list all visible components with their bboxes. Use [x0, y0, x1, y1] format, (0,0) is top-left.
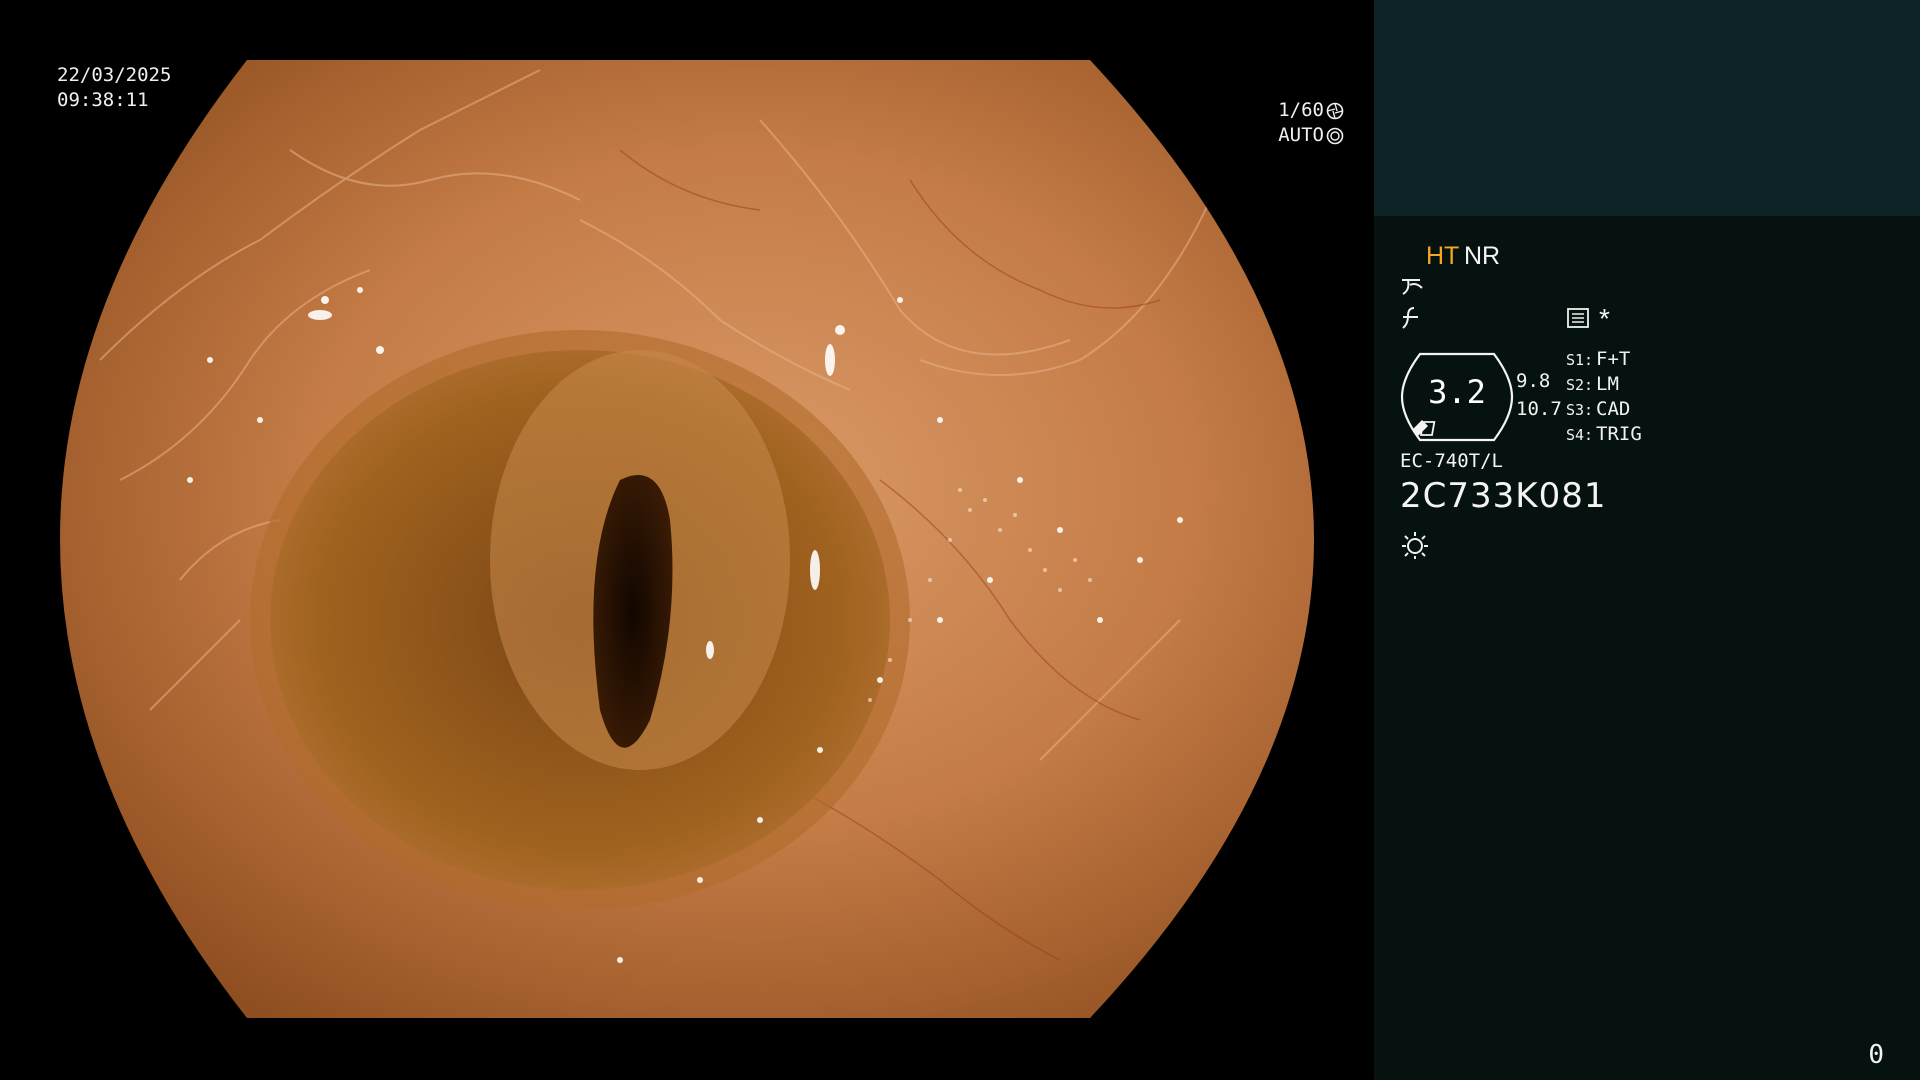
ht-mode-label: HT [1426, 242, 1460, 270]
switch-value: TRIG [1596, 423, 1642, 445]
iris-icon [1326, 127, 1344, 144]
switch-slot: S3: CAD [1566, 398, 1642, 423]
lens-bottom-value: 10.7 [1516, 398, 1562, 420]
frame-counter: 0 [1868, 1040, 1884, 1070]
asterisk-icon: * [1599, 303, 1610, 334]
switch-value: F+T [1596, 348, 1631, 370]
scope-serial-number: 2C733K081 [1400, 476, 1607, 516]
switch-assignments: S1: F+T S2: LM S3: CAD S4: TRIG [1566, 348, 1642, 448]
switch-slot: S4: TRIG [1566, 423, 1642, 448]
endoscopic-image [60, 60, 1314, 1018]
date-label: 22/03/2025 [57, 64, 172, 86]
lens-top-value: 9.8 [1516, 370, 1551, 392]
time-label: 09:38:11 [57, 89, 149, 111]
switch-value: CAD [1596, 398, 1631, 420]
status-panel: HT NR * 3.2 9.8 10.7 S1: F+T S2: LM S3: … [1374, 0, 1920, 1080]
exposure-readout: 1/60 AUTO [1278, 98, 1344, 148]
scope-model-label: EC-740T/L [1400, 450, 1503, 472]
switch-key: S3: [1566, 401, 1594, 419]
auto-mode-label: AUTO [1278, 124, 1324, 146]
switch-slot: S2: LM [1566, 373, 1642, 398]
light-icon [1402, 532, 1428, 559]
date-time-readout: 22/03/2025 09:38:11 [57, 63, 171, 113]
switch-key: S1: [1566, 351, 1594, 369]
switch-value: LM [1596, 373, 1619, 395]
endoscope-video-area: 22/03/2025 09:38:11 1/60 AUTO [0, 0, 1374, 1080]
nr-mode-label: NR [1464, 242, 1501, 270]
switch-key: S2: [1566, 376, 1594, 394]
colon-lumen-image [60, 60, 1314, 1018]
aperture-icon [1326, 102, 1344, 119]
switch-slot: S1: F+T [1566, 348, 1642, 373]
structure-icon [1402, 307, 1418, 329]
enhance-curve-icon [1402, 279, 1423, 295]
switch-key: S4: [1566, 426, 1594, 444]
lens-value: 3.2 [1428, 373, 1486, 411]
menu-list-icon [1567, 308, 1589, 328]
panel-header-area [1374, 0, 1920, 216]
shutter-label: 1/60 [1278, 99, 1324, 121]
